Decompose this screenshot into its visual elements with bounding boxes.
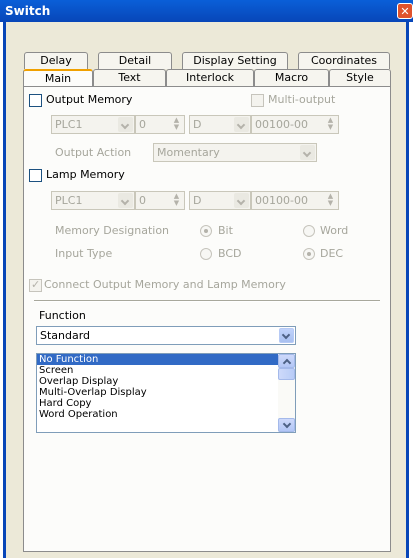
lamp-address-stepper[interactable]: 00100-00 ▲ ▼ — [251, 191, 339, 210]
lamp-memory-label: Lamp Memory — [46, 168, 125, 181]
tab-label: Macro — [274, 71, 309, 84]
radio-bit[interactable] — [200, 225, 212, 237]
radio-word-label: Word — [320, 224, 349, 237]
title-bar: Switch ✕ — [0, 0, 413, 22]
lamp-address-type-select[interactable]: D — [189, 191, 251, 210]
output-memory-label: Output Memory — [46, 93, 133, 106]
tab-label: Detail — [118, 54, 152, 67]
tab-container: Delay Detail Display Setting Coordinates… — [23, 52, 391, 552]
output-station-stepper[interactable]: 0 ▲ ▼ — [135, 115, 185, 134]
spinner-icon: ▲ ▼ — [327, 116, 334, 131]
chevron-down-icon — [118, 117, 133, 132]
divider — [34, 300, 380, 302]
scroll-thumb[interactable] — [278, 368, 295, 380]
output-device-value: PLC1 — [55, 118, 83, 131]
function-listbox[interactable]: No Function Screen Overlap Display Multi… — [36, 353, 296, 433]
radio-word[interactable] — [303, 225, 315, 237]
main-tab-panel: Output Memory Multi-output PLC1 0 ▲ ▼ D 00… — [23, 86, 391, 552]
lamp-address-value: 00100-00 — [255, 194, 308, 207]
list-item[interactable]: Screen — [37, 365, 279, 376]
output-station-value: 0 — [139, 118, 146, 131]
output-address-type-select[interactable]: D — [189, 115, 251, 134]
output-address-stepper[interactable]: 00100-00 ▲ ▼ — [251, 115, 339, 134]
tab-main[interactable]: Main — [23, 69, 93, 86]
output-action-value: Momentary — [157, 146, 220, 159]
tab-label: Interlock — [185, 71, 235, 84]
connect-memory-checkbox[interactable] — [29, 278, 42, 292]
list-item[interactable]: Overlap Display — [37, 376, 279, 387]
tab-detail[interactable]: Detail — [98, 52, 172, 69]
chevron-down-icon — [300, 145, 315, 160]
tab-text[interactable]: Text — [93, 69, 166, 86]
tab-delay[interactable]: Delay — [24, 52, 88, 69]
output-device-select[interactable]: PLC1 — [51, 115, 135, 134]
connect-memory-label: Connect Output Memory and Lamp Memory — [44, 278, 286, 291]
window-title: Switch — [5, 4, 51, 18]
tab-label: Display Setting — [193, 54, 277, 67]
memory-designation-label: Memory Designation — [55, 224, 170, 237]
spinner-icon: ▲ ▼ — [327, 192, 334, 207]
input-type-label: Input Type — [55, 247, 113, 260]
radio-dec-label: DEC — [320, 247, 344, 260]
radio-bit-label: Bit — [218, 224, 233, 237]
tab-macro[interactable]: Macro — [254, 69, 329, 86]
output-action-label: Output Action — [55, 146, 132, 159]
tab-interlock[interactable]: Interlock — [166, 69, 254, 86]
chevron-down-icon — [118, 193, 133, 208]
tab-label: Coordinates — [310, 54, 378, 67]
lamp-station-value: 0 — [139, 194, 146, 207]
list-item[interactable]: No Function — [37, 354, 279, 365]
close-icon[interactable]: ✕ — [397, 3, 413, 19]
lamp-device-select[interactable]: PLC1 — [51, 191, 135, 210]
list-item[interactable]: Word Operation — [37, 409, 279, 420]
output-address-value: 00100-00 — [255, 118, 308, 131]
lamp-address-type-value: D — [193, 194, 202, 207]
function-select[interactable]: Standard — [36, 326, 296, 345]
tab-style[interactable]: Style — [329, 69, 391, 86]
tab-display-setting[interactable]: Display Setting — [182, 52, 288, 69]
scroll-up-icon[interactable] — [278, 354, 295, 368]
scroll-down-icon[interactable] — [278, 418, 295, 432]
radio-dec[interactable] — [303, 248, 315, 260]
multi-output-checkbox[interactable] — [251, 94, 264, 107]
radio-bcd-label: BCD — [218, 247, 242, 260]
list-item[interactable]: Hard Copy — [37, 398, 279, 409]
output-address-type-value: D — [193, 118, 202, 131]
dialog-body: Delay Detail Display Setting Coordinates… — [3, 22, 409, 558]
output-action-select[interactable]: Momentary — [153, 143, 317, 162]
output-memory-checkbox[interactable] — [29, 94, 42, 107]
lamp-device-value: PLC1 — [55, 194, 83, 207]
spinner-icon: ▲ ▼ — [173, 116, 180, 131]
multi-output-label: Multi-output — [268, 93, 336, 106]
chevron-down-icon — [234, 117, 249, 132]
lamp-memory-checkbox[interactable] — [29, 169, 42, 182]
lamp-station-stepper[interactable]: 0 ▲ ▼ — [135, 191, 185, 210]
tab-coordinates[interactable]: Coordinates — [298, 52, 390, 69]
list-item[interactable]: Multi-Overlap Display — [37, 387, 279, 398]
tab-label: Style — [346, 71, 374, 84]
list-scrollbar[interactable] — [278, 354, 295, 432]
chevron-down-icon — [234, 193, 249, 208]
tab-label: Delay — [40, 54, 72, 67]
tab-label: Main — [44, 72, 72, 85]
chevron-down-icon[interactable] — [279, 328, 294, 343]
tab-label: Text — [118, 71, 141, 84]
radio-bcd[interactable] — [200, 248, 212, 260]
function-select-value: Standard — [40, 329, 91, 342]
function-label: Function — [39, 309, 86, 322]
spinner-icon: ▲ ▼ — [173, 192, 180, 207]
